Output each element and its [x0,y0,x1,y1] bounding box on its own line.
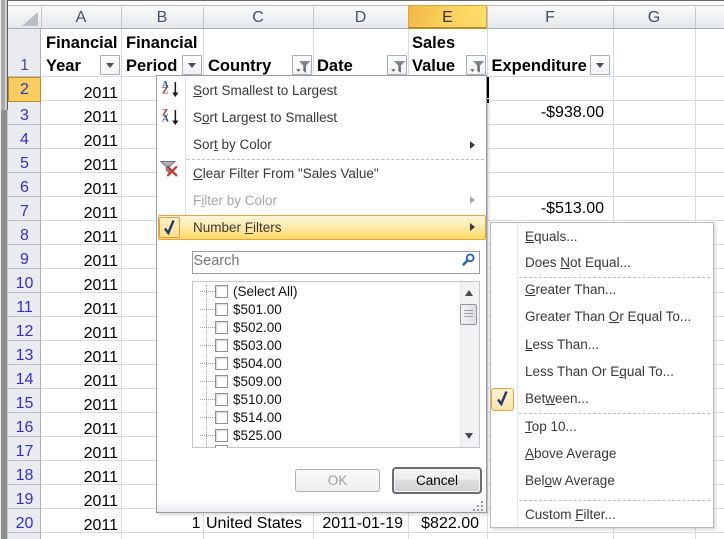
svg-text:Z: Z [162,87,168,97]
svg-text:A: A [162,115,169,125]
